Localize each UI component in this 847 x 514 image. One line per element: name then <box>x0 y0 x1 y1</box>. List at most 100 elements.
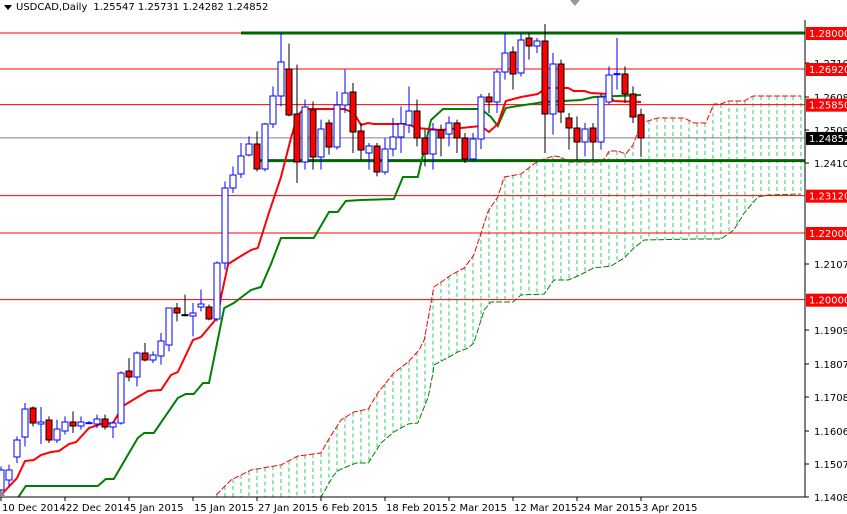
bear-candle <box>101 418 109 428</box>
bear-candle <box>453 122 461 139</box>
bull-candle <box>605 74 613 103</box>
level-price-label: 1.28000 <box>809 29 847 40</box>
x-tick-label: 24 Mar 2015 <box>578 503 641 514</box>
bear-candle <box>509 51 517 75</box>
bull-candle <box>301 106 309 163</box>
price-chart[interactable]: 1.271001.260801.250901.241001.210701.190… <box>0 0 847 514</box>
bull-candle <box>389 136 397 150</box>
bull-candle <box>445 122 453 135</box>
bull-candle <box>189 312 197 317</box>
candles <box>0 24 645 497</box>
bear-candle <box>541 40 549 115</box>
bull-candle <box>317 128 325 158</box>
level-price-label: 1.26920 <box>809 65 847 76</box>
bear-candle <box>285 68 293 116</box>
y-tick-label: 1.24100 <box>814 159 847 170</box>
bull-candle <box>405 110 413 126</box>
bull-candle <box>221 187 229 264</box>
x-tick-label: 22 Dec 2014 <box>66 503 130 514</box>
bear-candle <box>309 109 317 158</box>
bear-candle <box>557 63 565 113</box>
bull-candle <box>229 174 237 189</box>
level-price-label: 1.23120 <box>809 192 847 203</box>
bear-candle <box>413 110 421 139</box>
bull-candle <box>53 428 61 441</box>
level-price-label: 1.25850 <box>809 101 847 112</box>
bull-candle <box>237 155 245 175</box>
bear-candle <box>621 73 629 95</box>
y-tick-label: 1.17080 <box>814 393 847 404</box>
x-tick-label: 2 Mar 2015 <box>450 503 507 514</box>
bear-candle <box>69 421 77 427</box>
bull-candle <box>0 469 5 491</box>
y-tick-label: 1.14080 <box>814 493 847 504</box>
bear-candle <box>29 407 37 424</box>
bull-candle <box>21 408 29 438</box>
bull-candle <box>549 63 557 115</box>
bull-candle <box>37 421 45 425</box>
y-tick-label: 1.21070 <box>814 260 847 271</box>
bull-candle <box>341 92 349 106</box>
bull-candle <box>93 418 101 425</box>
bull-candle <box>533 40 541 47</box>
bear-candle <box>181 314 189 317</box>
bear-candle <box>421 137 429 155</box>
bull-candle <box>333 104 341 148</box>
x-tick-label: 5 Jan 2015 <box>130 503 184 514</box>
bull-candle <box>365 145 373 154</box>
x-tick-label: 18 Feb 2015 <box>386 503 448 514</box>
bull-candle <box>109 422 117 428</box>
y-tick-label: 1.16060 <box>814 427 847 438</box>
level-price-label: 1.22000 <box>809 229 847 240</box>
y-tick-label: 1.18070 <box>814 360 847 371</box>
x-tick-label: 12 Mar 2015 <box>514 503 577 514</box>
bear-candle <box>373 145 381 173</box>
bull-candle <box>517 39 525 74</box>
bull-candle <box>245 143 253 156</box>
bear-candle <box>565 117 573 129</box>
x-tick-label: 3 Apr 2015 <box>642 503 697 514</box>
bear-candle <box>125 370 133 378</box>
bear-candle <box>357 130 365 151</box>
bull-candle <box>477 96 485 140</box>
bull-candle <box>261 123 269 170</box>
bull-candle <box>501 52 509 73</box>
bear-candle <box>461 137 469 160</box>
bear-candle <box>437 129 445 139</box>
x-tick-label: 6 Feb 2015 <box>322 503 378 514</box>
scroll-marker-icon[interactable] <box>570 0 580 6</box>
bull-candle <box>493 71 501 103</box>
bull-candle <box>61 421 69 432</box>
price-levels <box>0 31 805 301</box>
bull-candle <box>197 303 205 308</box>
bull-candle <box>85 422 93 425</box>
current-price-label: 1.24852 <box>809 134 847 145</box>
bear-candle <box>205 306 213 320</box>
bear-candle <box>629 93 637 118</box>
bear-candle <box>141 352 149 361</box>
bull-candle <box>581 128 589 143</box>
bull-candle <box>77 421 85 427</box>
bull-candle <box>613 73 621 76</box>
axes: 1.271001.260801.250901.241001.210701.190… <box>0 20 847 514</box>
bull-candle <box>381 148 389 173</box>
bear-candle <box>573 127 581 143</box>
y-tick-label: 1.15070 <box>814 460 847 471</box>
x-tick-label: 15 Jan 2015 <box>194 503 254 514</box>
bull-candle <box>149 354 157 361</box>
bear-candle <box>637 114 645 139</box>
bull-candle <box>13 439 21 458</box>
bull-candle <box>397 123 405 138</box>
y-tick-label: 1.19090 <box>814 326 847 337</box>
level-price-label: 1.20000 <box>809 296 847 307</box>
bear-candle <box>589 127 597 143</box>
bear-candle <box>253 143 261 170</box>
bear-candle <box>173 307 181 314</box>
bull-candle <box>5 469 13 481</box>
bull-candle <box>597 96 605 143</box>
bull-candle <box>277 61 285 97</box>
bull-candle <box>213 262 221 320</box>
x-tick-label: 27 Jan 2015 <box>258 503 318 514</box>
bull-candle <box>157 340 165 357</box>
bull-candle <box>165 307 173 346</box>
